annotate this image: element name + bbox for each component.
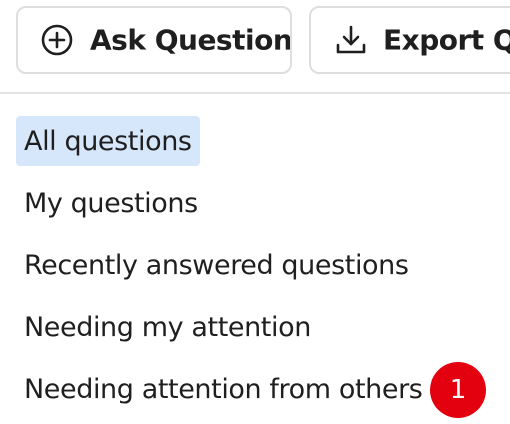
plus-circle-icon <box>41 24 73 56</box>
download-icon <box>336 25 366 54</box>
count-badge: 1 <box>430 362 486 418</box>
nav-item-label: Needing my attention <box>24 311 311 343</box>
nav-item-all-questions[interactable]: All questions <box>16 116 200 166</box>
nav-item-needing-attention-from-others[interactable]: Needing attention from others <box>16 364 430 414</box>
export-qa-label: Export Q&A <box>383 23 510 57</box>
nav-item-label: Recently answered questions <box>24 249 409 281</box>
export-qa-button[interactable]: Export Q&A <box>309 6 510 74</box>
ask-question-label: Ask Question <box>90 23 292 57</box>
qa-panel: Ask Question Export Q&A All questions My… <box>0 0 510 424</box>
nav-item-recently-answered[interactable]: Recently answered questions <box>16 240 417 290</box>
toolbar-divider <box>0 92 510 94</box>
nav-item-my-questions[interactable]: My questions <box>16 178 206 228</box>
nav-item-label: All questions <box>24 125 192 157</box>
nav-item-label: My questions <box>24 187 198 219</box>
toolbar: Ask Question Export Q&A <box>0 0 510 93</box>
nav-item-needing-my-attention[interactable]: Needing my attention <box>16 302 319 352</box>
ask-question-button[interactable]: Ask Question <box>16 6 292 74</box>
nav-item-label: Needing attention from others <box>24 373 423 405</box>
